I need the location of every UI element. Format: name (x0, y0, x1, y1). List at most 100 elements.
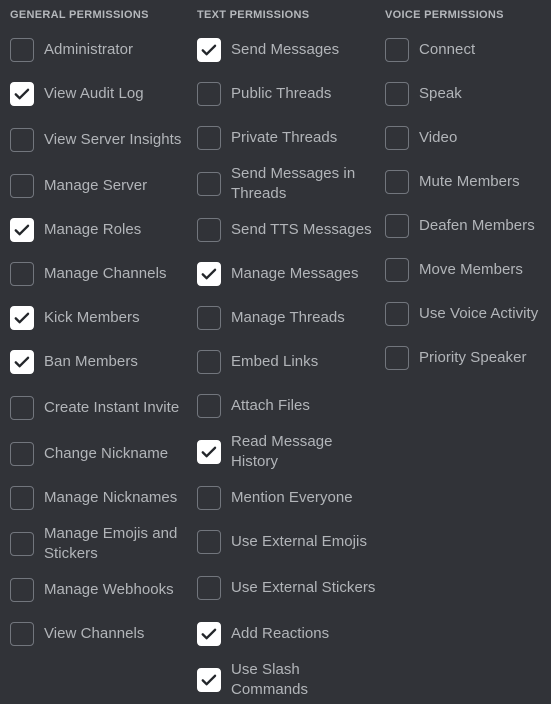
checkbox-view-audit-log[interactable] (10, 82, 34, 106)
permission-row-mention-everyone[interactable]: Mention Everyone (197, 476, 380, 520)
permission-label: Manage Webhooks (44, 581, 174, 598)
permission-row-speak[interactable]: Speak (385, 72, 551, 116)
checkbox-create-instant-invite[interactable] (10, 396, 34, 420)
permission-row-embed-links[interactable]: Embed Links (197, 340, 380, 384)
checkbox-video[interactable] (385, 126, 409, 150)
permission-row-add-reactions[interactable]: Add Reactions (197, 612, 380, 656)
permission-row-use-voice-activity[interactable]: Use Voice Activity (385, 292, 551, 336)
checkbox-manage-emojis-and-stickers[interactable] (10, 532, 34, 556)
checkbox-connect[interactable] (385, 38, 409, 62)
permission-row-change-nickname[interactable]: Change Nickname (10, 432, 190, 476)
checkbox-embed-links[interactable] (197, 350, 221, 374)
permission-row-view-server-insights[interactable]: View Server Insights (10, 116, 190, 164)
permission-row-view-channels[interactable]: View Channels (10, 612, 190, 656)
permission-row-administrator[interactable]: Administrator (10, 28, 190, 72)
checkbox-kick-members[interactable] (10, 306, 34, 330)
permission-label: View Audit Log (44, 85, 144, 102)
permission-row-priority-speaker[interactable]: Priority Speaker (385, 336, 551, 380)
checkbox-add-reactions[interactable] (197, 622, 221, 646)
permission-row-manage-nicknames[interactable]: Manage Nicknames (10, 476, 190, 520)
permission-label: Public Threads (231, 85, 332, 102)
checkbox-send-messages[interactable] (197, 38, 221, 62)
permission-label: Send Messages in Threads (231, 165, 356, 202)
permission-label: Add Reactions (231, 625, 330, 642)
checkbox-send-messages-in-threads[interactable] (197, 172, 221, 196)
checkbox-ban-members[interactable] (10, 350, 34, 374)
checkbox-manage-roles[interactable] (10, 218, 34, 242)
checkbox-manage-messages[interactable] (197, 262, 221, 286)
permission-row-use-external-stickers[interactable]: Use External Stickers (197, 564, 380, 612)
permission-row-ban-members[interactable]: Ban Members (10, 340, 190, 384)
permission-row-kick-members[interactable]: Kick Members (10, 296, 190, 340)
permission-row-manage-roles[interactable]: Manage Roles (10, 208, 190, 252)
checkbox-manage-threads[interactable] (197, 306, 221, 330)
checkbox-public-threads[interactable] (197, 82, 221, 106)
checkbox-deafen-members[interactable] (385, 214, 409, 238)
checkbox-manage-nicknames[interactable] (10, 486, 34, 510)
checkbox-use-external-emojis[interactable] (197, 530, 221, 554)
section-header-voice: VOICE PERMISSIONS (385, 9, 504, 21)
checkbox-move-members[interactable] (385, 258, 409, 282)
permission-label: View Server Insights (44, 131, 182, 148)
checkbox-view-server-insights[interactable] (10, 128, 34, 152)
checkbox-attach-files[interactable] (197, 394, 221, 418)
permission-label: Use Slash Commands (231, 661, 309, 698)
permission-label: Manage Nicknames (44, 489, 178, 506)
permission-row-deafen-members[interactable]: Deafen Members (385, 204, 551, 248)
checkbox-speak[interactable] (385, 82, 409, 106)
permission-label: Use Voice Activity (419, 305, 539, 322)
permission-label: Mute Members (419, 173, 520, 190)
permissions-panel: GENERAL PERMISSIONS Administrator View Au… (0, 0, 551, 698)
checkbox-read-message-history[interactable] (197, 440, 221, 464)
permission-row-video[interactable]: Video (385, 116, 551, 160)
permission-label: Video (419, 129, 458, 146)
checkbox-view-channels[interactable] (10, 622, 34, 646)
checkbox-use-voice-activity[interactable] (385, 302, 409, 326)
permission-label: Manage Channels (44, 265, 167, 282)
permission-label: Move Members (419, 261, 523, 278)
permission-row-use-external-emojis[interactable]: Use External Emojis (197, 520, 380, 564)
permission-label: Manage Emojis and Stickers (44, 525, 178, 562)
permission-row-manage-channels[interactable]: Manage Channels (10, 252, 190, 296)
permission-row-read-message-history[interactable]: Read Message History (197, 428, 380, 476)
permission-row-attach-files[interactable]: Attach Files (197, 384, 380, 428)
checkbox-manage-channels[interactable] (10, 262, 34, 286)
checkbox-mute-members[interactable] (385, 170, 409, 194)
permission-row-send-tts-messages[interactable]: Send TTS Messages (197, 208, 380, 252)
permission-row-move-members[interactable]: Move Members (385, 248, 551, 292)
permission-label: Connect (419, 41, 476, 58)
checkbox-use-external-stickers[interactable] (197, 576, 221, 600)
permission-row-send-messages[interactable]: Send Messages (197, 28, 380, 72)
checkbox-private-threads[interactable] (197, 126, 221, 150)
checkbox-mention-everyone[interactable] (197, 486, 221, 510)
checkbox-manage-webhooks[interactable] (10, 578, 34, 602)
permission-row-create-instant-invite[interactable]: Create Instant Invite (10, 384, 190, 432)
checkbox-administrator[interactable] (10, 38, 34, 62)
permission-row-manage-server[interactable]: Manage Server (10, 164, 190, 208)
permission-row-mute-members[interactable]: Mute Members (385, 160, 551, 204)
permission-row-manage-emojis-and-stickers[interactable]: Manage Emojis and Stickers (10, 520, 190, 568)
permission-label: View Channels (44, 625, 145, 642)
checkbox-use-slash-commands[interactable] (197, 668, 221, 692)
permission-row-send-messages-in-threads[interactable]: Send Messages in Threads (197, 160, 380, 208)
checkbox-manage-server[interactable] (10, 174, 34, 198)
permission-column-voice: VOICE PERMISSIONS Connect Speak Video Mute … (375, 0, 551, 575)
permission-row-connect[interactable]: Connect (385, 28, 551, 72)
permission-label: Priority Speaker (419, 349, 527, 366)
permission-label: Embed Links (231, 353, 319, 370)
section-header-general: GENERAL PERMISSIONS (10, 9, 149, 21)
permission-label: Change Nickname (44, 445, 169, 462)
checkbox-priority-speaker[interactable] (385, 346, 409, 370)
permission-row-use-slash-commands[interactable]: Use Slash Commands (197, 656, 380, 704)
permission-row-private-threads[interactable]: Private Threads (197, 116, 380, 160)
check-icon (14, 224, 30, 236)
checkbox-change-nickname[interactable] (10, 442, 34, 466)
check-icon (201, 674, 217, 686)
permission-row-public-threads[interactable]: Public Threads (197, 72, 380, 116)
permission-row-manage-threads[interactable]: Manage Threads (197, 296, 380, 340)
permission-row-manage-messages[interactable]: Manage Messages (197, 252, 380, 296)
check-icon (201, 268, 217, 280)
checkbox-send-tts-messages[interactable] (197, 218, 221, 242)
permission-row-view-audit-log[interactable]: View Audit Log (10, 72, 190, 116)
check-icon (14, 312, 30, 324)
